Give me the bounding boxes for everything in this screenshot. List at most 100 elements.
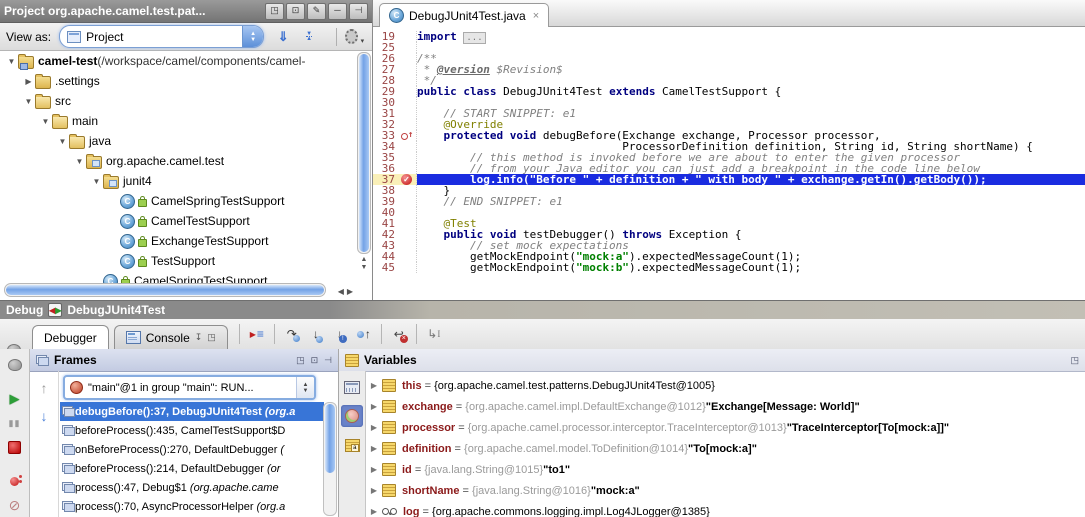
- tree-horizontal-scrollbar[interactable]: [4, 283, 326, 297]
- frame-row[interactable]: onBeforeProcess():270, DefaultDebugger (: [60, 440, 324, 459]
- pin-window-button[interactable]: ✎: [307, 3, 326, 20]
- frames-scrollbar[interactable]: [323, 402, 337, 516]
- expander-icon[interactable]: ▶: [366, 486, 382, 495]
- restore-icon[interactable]: ⊡: [311, 355, 319, 366]
- scroll-to-end-icon[interactable]: ↧: [195, 332, 203, 343]
- fields-button[interactable]: [341, 434, 363, 456]
- float-icon[interactable]: ◳: [1070, 355, 1079, 366]
- variable-row[interactable]: ▶id = {java.lang.String@1015}"to1": [366, 459, 1083, 480]
- minimize-window-button[interactable]: ─: [328, 3, 347, 20]
- frame-row[interactable]: beforeProcess():214, DefaultDebugger (or: [60, 459, 324, 478]
- code-line[interactable]: 40: [373, 207, 1085, 218]
- editor-tab[interactable]: DebugJUnit4Test.java ×: [379, 3, 549, 27]
- tree-row[interactable]: ▼junit4: [1, 171, 358, 191]
- stop-icon[interactable]: [6, 438, 24, 456]
- pause-icon[interactable]: [6, 414, 24, 432]
- tree-hscroll-arrows[interactable]: ◀▶: [338, 287, 356, 296]
- tree-vertical-scrollbar[interactable]: [357, 52, 371, 254]
- gutter-cell: [399, 108, 417, 119]
- resume-icon[interactable]: [6, 390, 24, 408]
- frame-package: (: [280, 444, 284, 456]
- tree-row[interactable]: CamelSpringTestSupport: [1, 191, 358, 211]
- expander-icon[interactable]: ▶: [366, 465, 382, 474]
- run-to-cursor-icon[interactable]: [425, 325, 443, 343]
- tree-expander-icon[interactable]: ▼: [39, 117, 52, 126]
- variable-row[interactable]: ▶exchange = {org.apache.camel.impl.Defau…: [366, 396, 1083, 417]
- tree-row[interactable]: TestSupport: [1, 251, 358, 271]
- tree-expander-icon[interactable]: ▼: [90, 177, 103, 186]
- tree-row[interactable]: ▼org.apache.camel.test: [1, 151, 358, 171]
- breakpoint-icon[interactable]: [399, 174, 417, 185]
- mute-breakpoints-icon[interactable]: [6, 496, 24, 514]
- variable-row[interactable]: ▶shortName = {java.lang.String@1016}"moc…: [366, 480, 1083, 501]
- tree-expander-icon[interactable]: ▼: [56, 137, 69, 146]
- tree-scroll-arrows[interactable]: ▲▼: [358, 256, 370, 272]
- frame-label: onBeforeProcess():270, DefaultDebugger: [75, 444, 277, 456]
- tab-debugger[interactable]: Debugger: [32, 325, 109, 349]
- code-line[interactable]: 45 getMockEndpoint("mock:b").expectedMes…: [373, 262, 1085, 273]
- code-area[interactable]: 19import ...2526/**27 * @version $Revisi…: [373, 27, 1085, 300]
- frame-row[interactable]: process():70, AsyncProcessorHelper (org.…: [60, 497, 324, 516]
- tree-row[interactable]: ▶.settings: [1, 71, 358, 91]
- thread-dropdown-stepper-icon[interactable]: ▲▼: [296, 377, 314, 398]
- code-line[interactable]: 29public class DebugJUnit4Test extends C…: [373, 86, 1085, 97]
- tab-console[interactable]: Console↧◳: [114, 325, 228, 349]
- tree-row[interactable]: ▼java: [1, 131, 358, 151]
- pop-frame-icon[interactable]: [390, 325, 408, 343]
- dropdown-stepper-icon[interactable]: ▲▼: [242, 26, 263, 47]
- stack-frame-icon: [62, 463, 75, 474]
- hide-icon[interactable]: ⊣: [324, 355, 332, 366]
- expander-icon[interactable]: ▶: [366, 444, 382, 453]
- watches-button[interactable]: [341, 405, 363, 427]
- variable-row[interactable]: ▶processor = {org.apache.camel.processor…: [366, 417, 1083, 438]
- gear-icon[interactable]: [345, 30, 358, 43]
- step-into-icon[interactable]: [307, 325, 325, 343]
- view-as-dropdown[interactable]: Project ▲▼: [59, 25, 264, 48]
- code-line[interactable]: 19import ...: [373, 31, 1085, 42]
- previous-frame-icon[interactable]: [35, 379, 53, 397]
- tree-row[interactable]: ▼src: [1, 91, 358, 111]
- variable-row[interactable]: ▶log = {org.apache.commons.logging.impl.…: [366, 501, 1083, 517]
- variable-row[interactable]: ▶this = {org.apache.camel.test.patterns.…: [366, 375, 1083, 396]
- float-icon[interactable]: ◳: [296, 355, 305, 366]
- float-icon[interactable]: ◳: [207, 332, 216, 343]
- calculator-button[interactable]: [341, 376, 363, 398]
- tree-expander-icon[interactable]: ▶: [22, 77, 35, 86]
- tree-row[interactable]: ▼camel-test (/workspace/camel/components…: [1, 51, 358, 71]
- frame-row[interactable]: process():47, Debug$1 (org.apache.came: [60, 478, 324, 497]
- tree-row[interactable]: ExchangeTestSupport: [1, 231, 358, 251]
- collapse-all-icon[interactable]: [300, 28, 318, 46]
- expander-icon[interactable]: ▶: [366, 507, 382, 516]
- view-breakpoints-icon[interactable]: [6, 472, 24, 490]
- float-window-button[interactable]: ◳: [265, 3, 284, 20]
- expand-all-icon[interactable]: [274, 28, 292, 46]
- code-line[interactable]: 25: [373, 42, 1085, 53]
- next-frame-icon[interactable]: [35, 407, 53, 425]
- code-line[interactable]: 39 // END SNIPPET: e1: [373, 196, 1085, 207]
- dock-window-button[interactable]: ⊡: [286, 3, 305, 20]
- close-icon[interactable]: ×: [533, 10, 539, 22]
- balloon-icon[interactable]: [6, 356, 24, 374]
- expander-icon[interactable]: ▶: [366, 423, 382, 432]
- tree-expander-icon[interactable]: ▼: [22, 97, 35, 106]
- frame-row[interactable]: debugBefore():37, DebugJUnit4Test (org.a: [60, 402, 324, 421]
- frames-list: debugBefore():37, DebugJUnit4Test (org.a…: [60, 402, 324, 517]
- variable-row[interactable]: ▶definition = {org.apache.camel.model.To…: [366, 438, 1083, 459]
- tree-row[interactable]: CamelTestSupport: [1, 211, 358, 231]
- thread-dropdown[interactable]: "main"@1 in group "main": RUN... ▲▼: [63, 375, 316, 400]
- tree-expander-icon[interactable]: ▼: [73, 157, 86, 166]
- show-execution-point-icon[interactable]: [248, 325, 266, 343]
- expander-icon[interactable]: ▶: [366, 402, 382, 411]
- frame-row[interactable]: beforeProcess():435, CamelTestSupport$D: [60, 421, 324, 440]
- tree-row[interactable]: ▼main: [1, 111, 358, 131]
- code-line[interactable]: 37 log.info("Before " + definition + " w…: [373, 174, 1085, 185]
- tree-expander-icon[interactable]: ▼: [5, 57, 18, 66]
- force-step-into-icon[interactable]: [331, 325, 349, 343]
- step-over-icon[interactable]: [283, 325, 301, 343]
- code-text: getMockEndpoint("mock:b").expectedMessag…: [417, 262, 1085, 273]
- code-line[interactable]: 27 * @version $Revision$: [373, 64, 1085, 75]
- tree-row[interactable]: CamelSpringTestSupport: [1, 271, 358, 283]
- hide-window-button[interactable]: ⊣: [349, 3, 368, 20]
- step-out-icon[interactable]: [355, 325, 373, 343]
- expander-icon[interactable]: ▶: [366, 381, 382, 390]
